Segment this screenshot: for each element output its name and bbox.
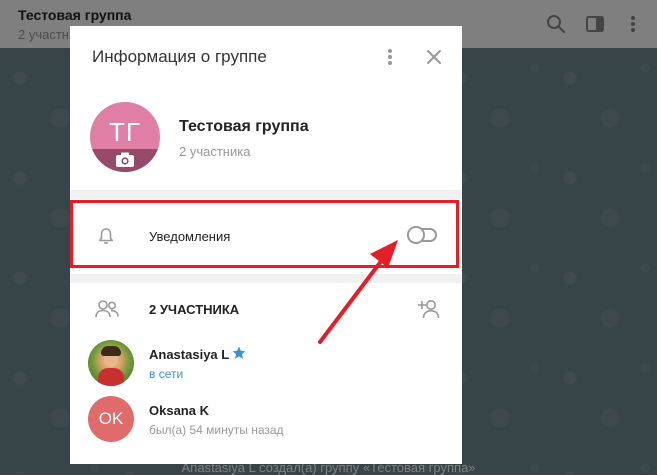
avatar-photo-shirt [98,368,124,386]
group-name: Тестовая группа [179,118,309,135]
notifications-label: Уведомления [149,229,231,244]
group-member-count: 2 участника [179,144,251,159]
toggle-knob [407,226,425,244]
close-icon[interactable] [422,45,446,69]
bell-icon [96,226,116,246]
members-count: 2 УЧАСТНИКА [149,302,240,317]
people-icon [94,298,120,320]
member-list-item[interactable]: OK Oksana K был(а) 54 минуты назад [70,391,462,447]
more-vertical-icon[interactable] [378,45,402,69]
avatar: OK [88,396,134,442]
dialog-title: Информация о группе [92,47,267,66]
notifications-row[interactable]: Уведомления [70,210,462,262]
camera-icon [115,152,135,168]
member-status: в сети [149,367,184,381]
member-name: Oksana K [149,403,209,418]
member-name: Anastasiya L [149,347,230,362]
group-avatar-initials: ТГ [109,117,141,147]
member-list-item[interactable]: Anastasiya L в сети [70,335,462,391]
members-header: 2 УЧАСТНИКА [70,292,462,328]
star-icon [232,346,246,360]
section-divider [70,274,462,283]
avatar-initials: OK [98,409,124,428]
group-avatar[interactable]: ТГ [90,102,160,172]
avatar-photo-hair [101,346,121,356]
add-person-icon[interactable] [417,297,443,321]
notifications-toggle[interactable] [407,226,437,244]
section-divider [70,190,462,199]
avatar [88,340,134,386]
group-info-dialog: Информация о группе ТГ Тестовая группа 2… [70,26,462,464]
member-status: был(а) 54 минуты назад [149,423,284,437]
